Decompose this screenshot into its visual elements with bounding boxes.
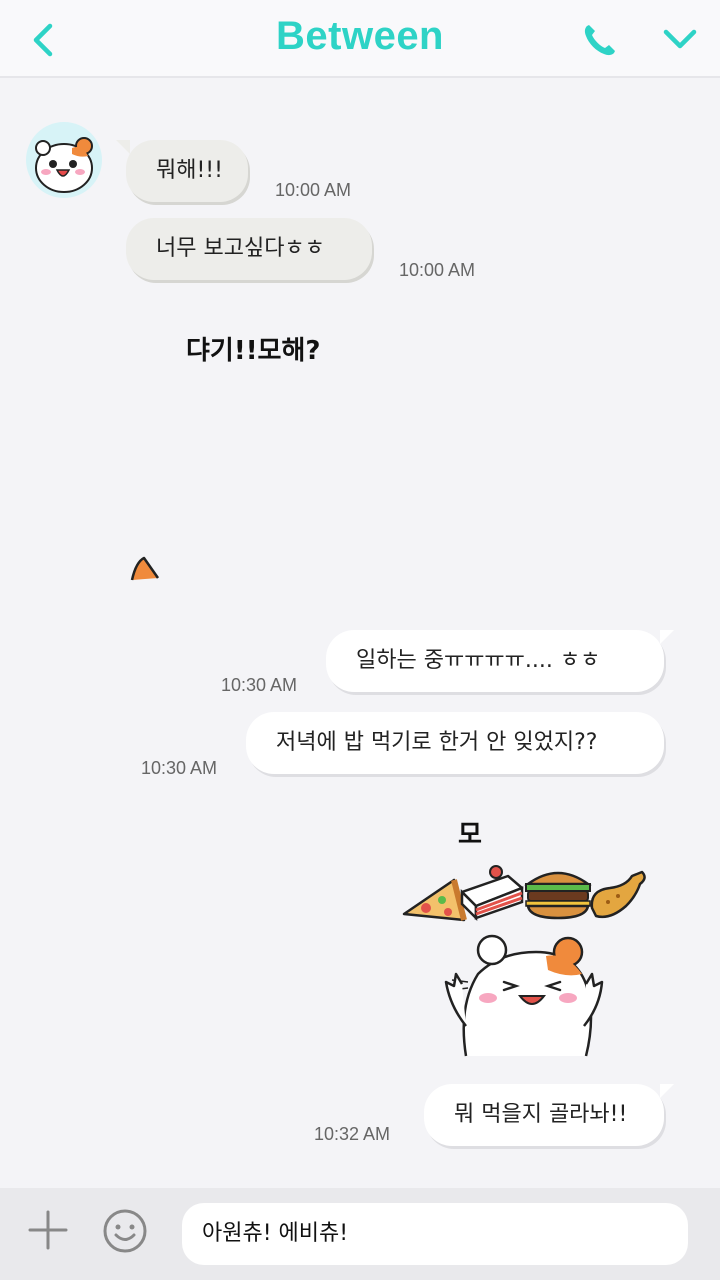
call-button[interactable] (578, 18, 622, 62)
sticker-incoming[interactable]: 댜기!!모해? (120, 320, 360, 590)
message-bubble-incoming[interactable]: 너무 보고싶다ㅎㅎ (126, 218, 372, 280)
message-text: 일하는 중ㅠㅠㅠㅠ.... ㅎㅎ (356, 648, 601, 673)
bubble-tail (660, 630, 674, 644)
plus-icon (28, 1210, 68, 1250)
emoji-button[interactable] (102, 1208, 148, 1254)
top-bar: Between (0, 0, 720, 78)
message-time: 10:00 AM (275, 180, 352, 200)
message-time: 10:32 AM (314, 1124, 391, 1144)
sticker-caption: 모 (458, 820, 482, 850)
phone-icon (584, 25, 615, 56)
composer-bar: 아원츄! 에비츄! (0, 1188, 720, 1280)
hamster-food-sticker-icon (402, 865, 646, 1057)
message-text: 너무 보고싶다ㅎㅎ (156, 236, 325, 261)
message-text: 저녁에 밥 먹기로 한거 안 잊었지?? (276, 730, 598, 755)
bubble-tail (116, 140, 130, 154)
attach-button[interactable] (26, 1208, 70, 1252)
message-bubble-outgoing[interactable]: 일하는 중ㅠㅠㅠㅠ.... ㅎㅎ (326, 630, 664, 692)
message-bubble-incoming[interactable]: 뭐해!!! (126, 140, 248, 202)
message-time: 10:00 AM (399, 260, 476, 280)
message-bubble-outgoing[interactable]: 저녁에 밥 먹기로 한거 안 잊었지?? (246, 712, 664, 774)
message-text: 뭐 먹을지 골라놔!! (454, 1102, 628, 1127)
smiley-icon (103, 1209, 147, 1253)
hamster-avatar-icon (35, 137, 93, 193)
message-bubble-outgoing[interactable]: 뭐 먹을지 골라놔!! (424, 1084, 664, 1146)
sticker-caption: 댜기!!모해? (186, 336, 321, 366)
hamster-ear-icon (130, 556, 160, 581)
sticker-outgoing[interactable]: 모 (396, 810, 666, 1080)
message-time: 10:30 AM (141, 758, 218, 778)
message-input[interactable]: 아원츄! 에비츄! (182, 1203, 688, 1265)
chevron-down-icon (663, 29, 697, 49)
message-time: 10:30 AM (221, 675, 298, 695)
avatar[interactable] (26, 122, 102, 198)
bubble-tail (660, 1084, 674, 1098)
menu-button[interactable] (658, 18, 702, 62)
message-text: 뭐해!!! (156, 158, 223, 183)
